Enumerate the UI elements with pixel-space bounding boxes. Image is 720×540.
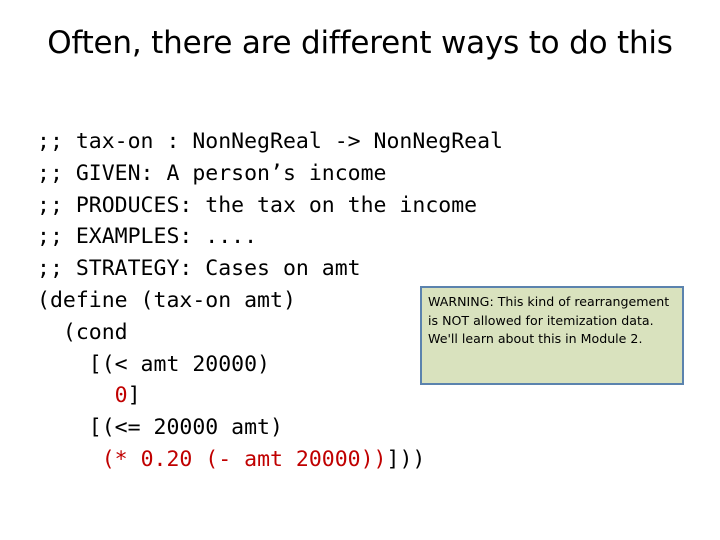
code-token: ;; PRODUCES: the tax on the income	[37, 192, 478, 218]
code-line: ;; STRATEGY: Cases on amt	[37, 253, 697, 285]
warning-callout-box: WARNING: This kind of rearrangement is N…	[420, 286, 684, 385]
code-token: ]	[127, 383, 141, 409]
code-token-highlighted: (* 0.20 (- amt 20000))	[101, 446, 387, 472]
code-line: ;; GIVEN: A person’s income	[37, 158, 697, 190]
code-token: ]))	[386, 446, 426, 472]
code-token: (cond	[37, 319, 128, 345]
code-line: [(<= 20000 amt)	[37, 412, 697, 444]
slide-canvas: Often, there are different ways to do th…	[0, 0, 720, 540]
code-token-highlighted: 0	[114, 383, 128, 409]
code-line: (* 0.20 (- amt 20000))]))	[37, 444, 697, 476]
code-token: (define (tax-on amt)	[37, 287, 296, 313]
code-line: ;; EXAMPLES: ....	[37, 221, 697, 253]
code-token: ;; STRATEGY: Cases on amt	[37, 256, 361, 282]
code-token: [(<= 20000 amt)	[37, 415, 283, 441]
code-token: ;; tax-on : NonNegReal -> NonNegReal	[37, 129, 503, 154]
code-token: ;; GIVEN: A person’s income	[37, 160, 387, 186]
code-token: [(< amt 20000)	[37, 351, 270, 377]
warning-callout-text: WARNING: This kind of rearrangement is N…	[428, 294, 674, 347]
code-token: ;; EXAMPLES: ....	[37, 224, 258, 250]
code-line: ;; tax-on : NonNegReal -> NonNegReal	[37, 126, 697, 158]
code-line: ;; PRODUCES: the tax on the income	[37, 190, 697, 222]
page-title: Often, there are different ways to do th…	[47, 25, 673, 61]
code-line: 0]	[37, 380, 697, 412]
